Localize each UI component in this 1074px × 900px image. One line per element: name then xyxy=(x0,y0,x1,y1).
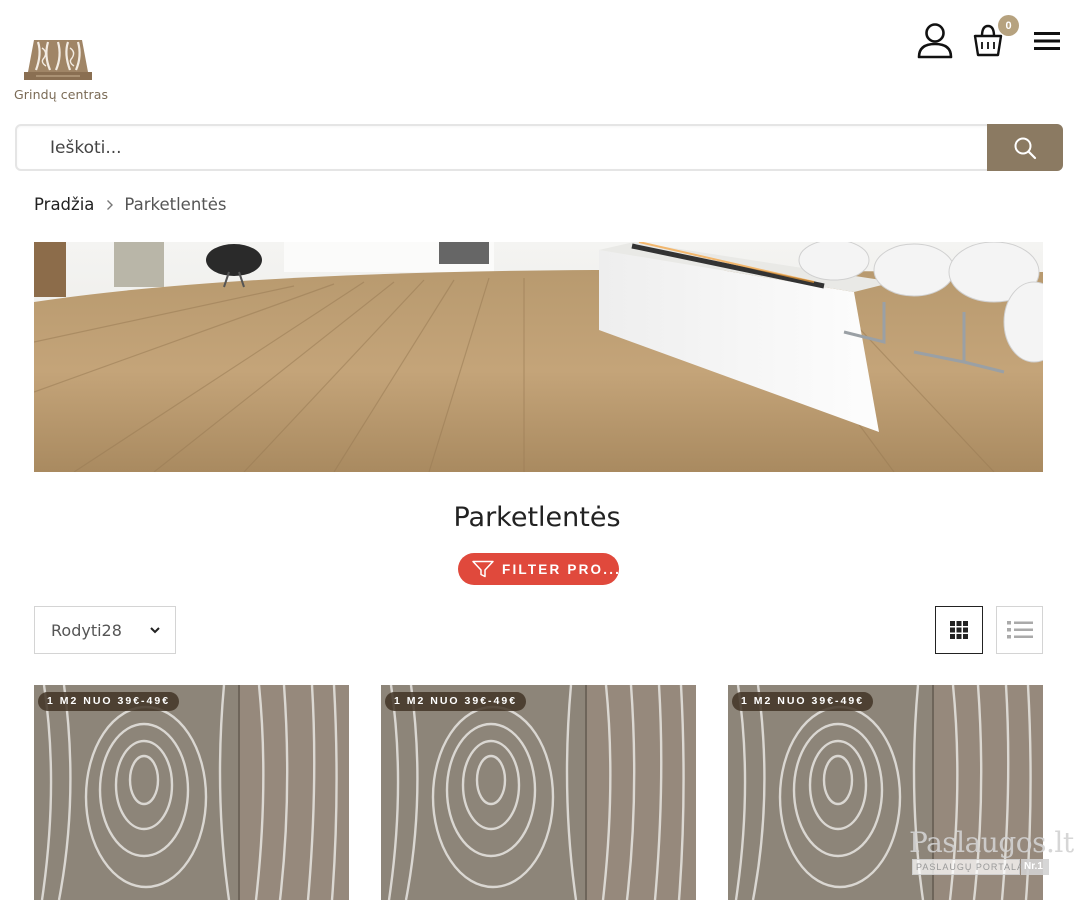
product-image xyxy=(381,685,696,900)
filter-button-label: FILTER PRO... xyxy=(502,561,619,577)
site-logo[interactable]: Grindų centras xyxy=(14,36,108,104)
filter-icon xyxy=(472,560,494,578)
watermark-rank: Nr.1 xyxy=(1021,859,1049,875)
chevron-down-icon xyxy=(150,627,160,634)
search-button[interactable] xyxy=(987,124,1063,171)
price-badge: 1 M2 NUO 39€-49€ xyxy=(732,692,874,711)
search-bar xyxy=(15,124,1063,171)
search-icon xyxy=(1014,137,1037,159)
breadcrumb-current: Parketlentės xyxy=(124,195,227,214)
list-view-button[interactable] xyxy=(996,606,1043,654)
watermark-subtitle: PASLAUGŲ PORTALAS xyxy=(912,859,1030,875)
search-input[interactable] xyxy=(17,126,987,169)
category-banner-image xyxy=(34,242,1043,472)
filter-products-button[interactable]: FILTER PRO... xyxy=(458,553,619,585)
watermark-title: Paslaugos.lt xyxy=(909,826,1074,859)
product-card[interactable]: 1 M2 NUO 39€-49€ xyxy=(34,685,349,900)
watermark: Paslaugos.lt PASLAUGŲ PORTALAS Nr.1 xyxy=(905,826,1074,882)
cart-count-badge: 0 xyxy=(998,15,1019,36)
per-page-select[interactable]: Rodyti28 xyxy=(34,606,176,654)
grid-view-button[interactable] xyxy=(935,606,983,654)
product-card[interactable]: 1 M2 NUO 39€-49€ xyxy=(381,685,696,900)
price-badge: 1 M2 NUO 39€-49€ xyxy=(38,692,180,711)
menu-icon[interactable] xyxy=(1032,27,1062,55)
product-image xyxy=(34,685,349,900)
breadcrumb: Pradžia Parketlentės xyxy=(34,195,227,214)
chevron-right-icon xyxy=(106,199,114,211)
page-title: Parketlentės xyxy=(453,502,621,533)
logo-text: Grindų centras xyxy=(14,87,109,102)
price-badge: 1 M2 NUO 39€-49€ xyxy=(385,692,527,711)
user-icon[interactable] xyxy=(914,22,956,60)
site-header: Grindų centras 0 xyxy=(0,0,1074,118)
list-view-icon xyxy=(1006,621,1033,639)
per-page-label: Rodyti28 xyxy=(51,620,122,640)
grid-view-icon xyxy=(950,621,968,639)
logo-mark-icon xyxy=(24,40,92,80)
breadcrumb-home-link[interactable]: Pradžia xyxy=(34,195,94,214)
